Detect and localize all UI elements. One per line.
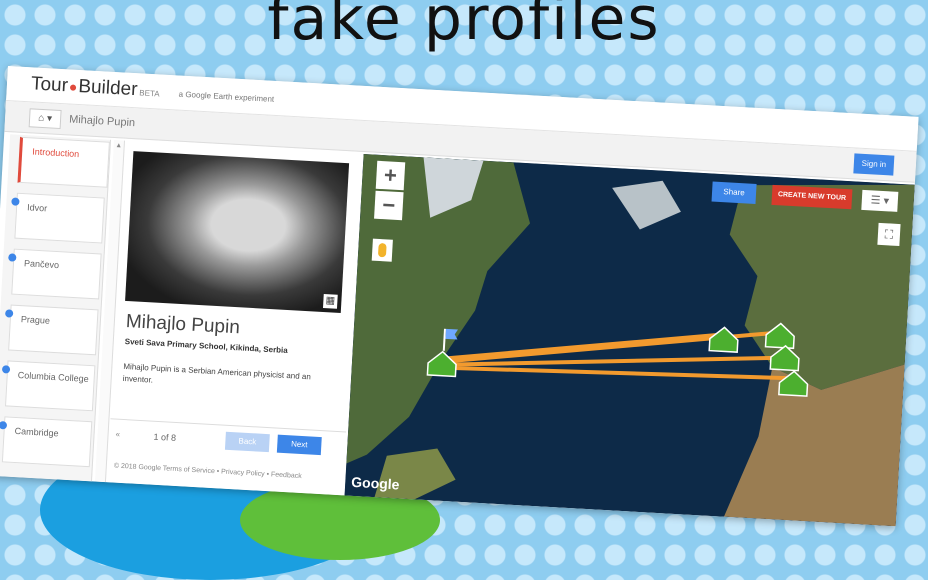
sidebar-item-columbia-college[interactable]: Columbia College <box>1 360 96 412</box>
profile-photo: ▦ <box>125 151 350 313</box>
logo-text-builder: Builder <box>77 75 139 101</box>
sidebar-item-label: Pančevo <box>23 258 60 271</box>
back-button[interactable]: Back <box>224 431 270 453</box>
expand-icon[interactable]: ▦ <box>322 293 338 309</box>
next-button[interactable]: Next <box>276 434 322 456</box>
fullscreen-icon[interactable]: ⛶ <box>877 222 901 247</box>
location-marker-icon <box>4 309 14 318</box>
share-button[interactable]: Share <box>711 181 757 204</box>
location-marker-icon <box>1 365 11 374</box>
zoom-out-button[interactable]: − <box>374 190 404 221</box>
tour-sidebar: Introduction Idvor Pančevo Prague Columb… <box>0 134 112 482</box>
sidebar-item-idvor[interactable]: Idvor <box>11 192 105 244</box>
caret-down-icon: ▾ <box>46 113 53 125</box>
slide-title: fake profiles <box>267 0 661 54</box>
sidebar-item-prague[interactable]: Prague <box>4 304 99 356</box>
street-view-icon[interactable] <box>371 238 393 262</box>
google-watermark: Google <box>350 473 400 493</box>
zoom-in-button[interactable]: + <box>375 160 406 191</box>
beta-badge: BETA <box>139 88 160 99</box>
profile-name: Mihajlo Pupin <box>125 310 241 339</box>
profile-description: Mihajlo Pupin is a Serbian American phys… <box>122 361 312 385</box>
home-menu-button[interactable]: ⌂ ▾ <box>28 108 62 130</box>
breadcrumb: Mihajlo Pupin <box>68 113 136 130</box>
profile-subtitle: Sveti Sava Primary School, Kikinda, Serb… <box>124 336 288 356</box>
location-marker-icon <box>11 197 20 206</box>
location-marker-icon <box>8 253 17 262</box>
map-canvas <box>344 153 915 527</box>
profile-panel: ▦ Mihajlo Pupin Sveti Sava Primary Schoo… <box>106 140 362 496</box>
sidebar-item-pancevo[interactable]: Pančevo <box>8 248 102 300</box>
app-logo[interactable]: Tour●BuilderBETA <box>30 73 160 102</box>
page-counter: 1 of 8 <box>153 431 177 443</box>
tagline: a Google Earth experiment <box>178 89 275 104</box>
sidebar-item-label: Columbia College <box>17 370 89 384</box>
map-view[interactable]: + − ⛶ Share CREATE NEW TOUR ☰ ▾ Google <box>344 153 915 527</box>
sidebar-item-cambridge[interactable]: Cambridge <box>0 416 93 468</box>
sidebar-item-label: Idvor <box>26 202 48 214</box>
sidebar-item-label: Cambridge <box>14 425 59 439</box>
map-pin-icon: ● <box>68 78 78 95</box>
chevron-up-icon: ▴ <box>116 140 122 150</box>
sidebar-item-label: Prague <box>20 314 51 326</box>
sidebar-item-label: Introduction <box>31 146 80 160</box>
sidebar-item-introduction[interactable]: Introduction <box>17 136 110 188</box>
sign-in-button[interactable]: Sign in <box>853 153 895 176</box>
home-icon: ⌂ <box>37 112 45 125</box>
menu-icon[interactable]: ☰ ▾ <box>861 189 899 212</box>
app-screenshot: Tour●BuilderBETA a Google Earth experime… <box>0 66 919 527</box>
logo-text-tour: Tour <box>30 73 69 97</box>
location-marker-icon <box>0 421 8 430</box>
first-page-button[interactable]: « <box>115 430 120 439</box>
